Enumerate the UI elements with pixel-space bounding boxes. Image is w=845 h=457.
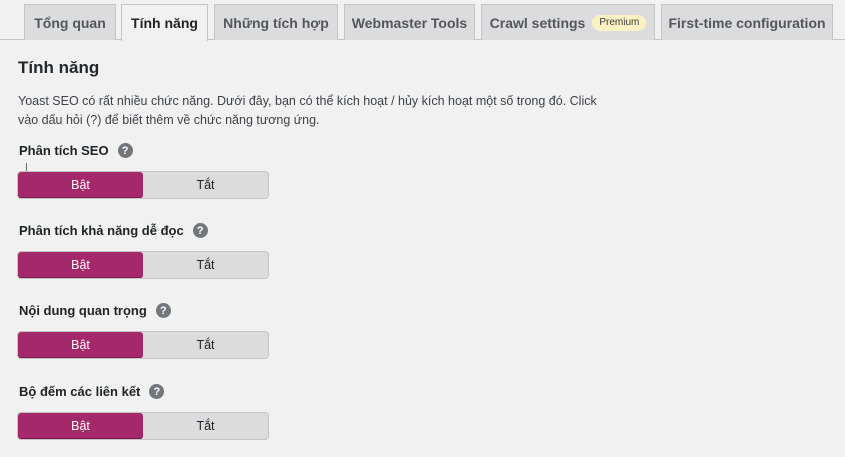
- cornerstone-content-toggle: Bật Tắt: [17, 331, 269, 359]
- tab-features[interactable]: Tính năng: [121, 4, 208, 41]
- feature-label-text: Phân tích SEO: [19, 143, 109, 158]
- toggle-off-option[interactable]: Tắt: [143, 413, 268, 439]
- feature-label-seo-analysis: Phân tích SEO ?: [19, 143, 133, 158]
- tab-label: Tổng quan: [34, 14, 106, 31]
- help-icon[interactable]: ?: [192, 223, 208, 238]
- tab-overview[interactable]: Tổng quan: [24, 4, 116, 40]
- tab-label: First-time configuration: [668, 14, 826, 31]
- tab-label: Crawl settings: [489, 14, 586, 31]
- help-icon[interactable]: ?: [117, 143, 133, 158]
- feature-label-readability-analysis: Phân tích khả năng dễ đọc ?: [19, 223, 208, 238]
- toggle-on-option[interactable]: Bật: [18, 172, 143, 198]
- settings-page: Tổng quan Tính năng Những tích hợp Webma…: [0, 0, 845, 457]
- seo-analysis-toggle: Bật Tắt: [17, 171, 269, 199]
- tab-webmaster-tools[interactable]: Webmaster Tools: [344, 4, 475, 40]
- tab-bar: Tổng quan Tính năng Những tích hợp Webma…: [0, 0, 845, 41]
- toggle-off-option[interactable]: Tắt: [143, 252, 268, 278]
- tab-first-time-configuration[interactable]: First-time configuration: [661, 4, 833, 40]
- feature-label-text: Nội dung quan trọng: [19, 303, 147, 318]
- cursor-marker: [26, 163, 27, 171]
- section-intro: Yoast SEO có rất nhiều chức năng. Dưới đ…: [18, 94, 597, 127]
- feature-label-cornerstone-content: Nội dung quan trọng ?: [19, 303, 171, 318]
- toggle-on-option[interactable]: Bật: [18, 252, 143, 278]
- feature-label-text: Phân tích khả năng dễ đọc: [19, 223, 184, 238]
- tab-crawl-settings[interactable]: Crawl settings Premium: [481, 4, 655, 40]
- toggle-on-option[interactable]: Bật: [18, 332, 143, 358]
- help-icon[interactable]: ?: [149, 384, 165, 399]
- feature-label-text: Bộ đếm các liên kết: [19, 384, 141, 399]
- section-title: Tính năng: [18, 58, 100, 77]
- toggle-off-option[interactable]: Tắt: [143, 332, 268, 358]
- toggle-off-option[interactable]: Tắt: [143, 172, 268, 198]
- tab-label: Tính năng: [131, 15, 198, 31]
- link-counter-toggle: Bật Tắt: [17, 412, 269, 440]
- tab-integrations[interactable]: Những tích hợp: [214, 4, 338, 40]
- help-icon[interactable]: ?: [155, 303, 171, 318]
- toggle-on-option[interactable]: Bật: [18, 413, 143, 439]
- premium-badge: Premium: [592, 14, 647, 31]
- readability-analysis-toggle: Bật Tắt: [17, 251, 269, 279]
- feature-label-link-counter: Bộ đếm các liên kết ?: [19, 384, 165, 399]
- tab-label: Webmaster Tools: [351, 14, 468, 31]
- tab-label: Những tích hợp: [223, 14, 329, 31]
